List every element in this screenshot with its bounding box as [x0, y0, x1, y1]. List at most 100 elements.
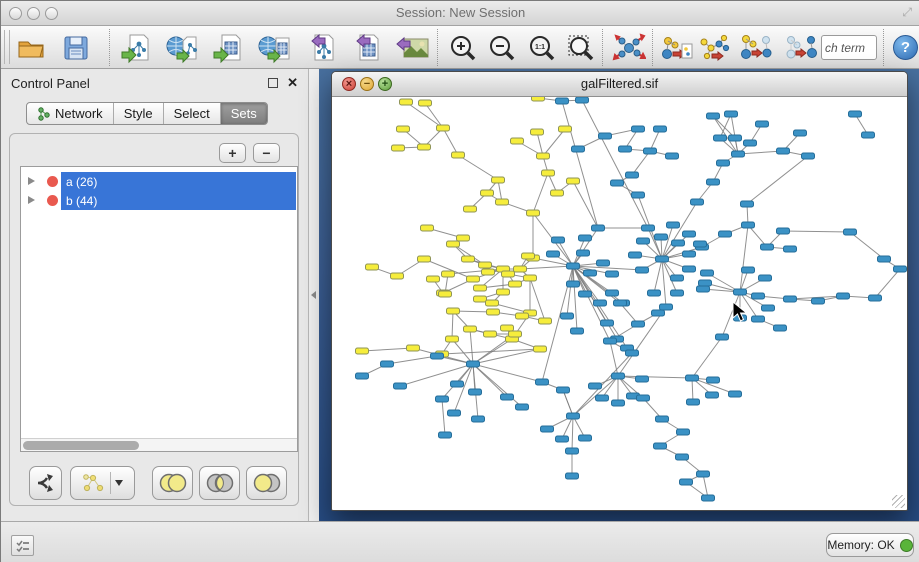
- graph-node-blue[interactable]: [697, 286, 710, 292]
- import-table-file-button[interactable]: [210, 29, 246, 66]
- graph-node-yellow[interactable]: [418, 144, 431, 150]
- graph-node-blue[interactable]: [467, 361, 480, 367]
- graph-node-blue[interactable]: [637, 395, 650, 401]
- graph-node-blue[interactable]: [756, 121, 769, 127]
- graph-node-blue[interactable]: [655, 234, 668, 240]
- graph-node-blue[interactable]: [729, 135, 742, 141]
- graph-node-blue[interactable]: [579, 291, 592, 297]
- graph-node-blue[interactable]: [680, 479, 693, 485]
- graph-node-blue[interactable]: [612, 400, 625, 406]
- graph-node-blue[interactable]: [612, 373, 625, 379]
- app-titlebar[interactable]: Session: New Session ⤢: [1, 1, 919, 26]
- graph-node-blue[interactable]: [878, 256, 891, 262]
- export-table-button[interactable]: [350, 29, 386, 66]
- graph-node-blue[interactable]: [687, 399, 700, 405]
- graph-node-blue[interactable]: [714, 135, 727, 141]
- graph-node-blue[interactable]: [656, 256, 669, 262]
- graph-node-blue[interactable]: [777, 228, 790, 234]
- graph-node-yellow[interactable]: [481, 190, 494, 196]
- help-button[interactable]: ?: [893, 35, 918, 60]
- graph-node-yellow[interactable]: [452, 152, 465, 158]
- graph-node-blue[interactable]: [671, 275, 684, 281]
- graph-node-yellow[interactable]: [539, 318, 552, 324]
- graph-node-yellow[interactable]: [531, 129, 544, 135]
- graph-node-yellow[interactable]: [356, 348, 369, 354]
- graph-node-blue[interactable]: [734, 289, 747, 295]
- graph-node-yellow[interactable]: [537, 153, 550, 159]
- scrollbar-thumb[interactable]: [23, 441, 139, 450]
- graph-node-yellow[interactable]: [474, 285, 487, 291]
- graph-node-yellow[interactable]: [419, 100, 432, 106]
- memory-status-badge[interactable]: Memory: OK: [826, 533, 914, 557]
- graph-node-yellow[interactable]: [446, 336, 459, 342]
- sets-list[interactable]: a (26) b (44): [20, 166, 298, 452]
- intersection-button[interactable]: [199, 466, 240, 500]
- graph-node-blue[interactable]: [683, 251, 696, 257]
- graph-node-blue[interactable]: [637, 238, 650, 244]
- graph-node-blue[interactable]: [589, 383, 602, 389]
- graph-node-yellow[interactable]: [366, 264, 379, 270]
- fullscreen-icon[interactable]: ⤢: [902, 5, 912, 20]
- graph-node-blue[interactable]: [629, 252, 642, 258]
- graph-node-blue[interactable]: [677, 429, 690, 435]
- split-set-button[interactable]: [29, 466, 62, 500]
- graph-node-blue[interactable]: [644, 148, 657, 154]
- graph-node-yellow[interactable]: [484, 331, 497, 337]
- graph-node-blue[interactable]: [472, 416, 485, 422]
- graph-node-blue[interactable]: [707, 377, 720, 383]
- graph-node-yellow[interactable]: [567, 178, 580, 184]
- graph-node-yellow[interactable]: [532, 97, 545, 101]
- graph-node-blue[interactable]: [707, 179, 720, 185]
- add-set-button[interactable]: +: [219, 143, 246, 163]
- graph-node-blue[interactable]: [716, 334, 729, 340]
- graph-node-blue[interactable]: [636, 267, 649, 273]
- graph-node-yellow[interactable]: [534, 346, 547, 352]
- graph-node-blue[interactable]: [752, 293, 765, 299]
- import-network-web-button[interactable]: [164, 29, 200, 66]
- graph-node-yellow[interactable]: [418, 256, 431, 262]
- graph-node-blue[interactable]: [744, 140, 757, 146]
- graph-node-blue[interactable]: [774, 325, 787, 331]
- tab-sets[interactable]: Sets: [221, 103, 267, 124]
- graph-node-yellow[interactable]: [501, 325, 514, 331]
- graph-node-blue[interactable]: [784, 246, 797, 252]
- graph-node-blue[interactable]: [547, 251, 560, 257]
- graph-node-blue[interactable]: [614, 300, 627, 306]
- list-item-set-a[interactable]: a (26): [21, 172, 297, 191]
- graph-node-blue[interactable]: [381, 361, 394, 367]
- graph-node-yellow[interactable]: [427, 276, 440, 282]
- graph-node-blue[interactable]: [694, 241, 707, 247]
- graph-node-blue[interactable]: [794, 130, 807, 136]
- network-view-window[interactable]: × − + galFiltered.sif: [331, 71, 908, 511]
- zoom-actual-button[interactable]: 1:1: [524, 29, 560, 66]
- graph-node-blue[interactable]: [761, 244, 774, 250]
- collapse-arrow-icon[interactable]: [311, 291, 316, 299]
- graph-node-blue[interactable]: [611, 180, 624, 186]
- graph-node-blue[interactable]: [448, 410, 461, 416]
- graph-node-yellow[interactable]: [442, 271, 455, 277]
- graph-node-blue[interactable]: [869, 295, 882, 301]
- graph-node-blue[interactable]: [567, 263, 580, 269]
- dropdown-arrow-icon[interactable]: [115, 480, 123, 486]
- graph-node-blue[interactable]: [648, 290, 661, 296]
- graph-node-blue[interactable]: [707, 113, 720, 119]
- panel-splitter[interactable]: [309, 69, 319, 521]
- graph-node-blue[interactable]: [762, 305, 775, 311]
- graph-node-blue[interactable]: [741, 201, 754, 207]
- graph-node-blue[interactable]: [667, 222, 680, 228]
- graph-node-yellow[interactable]: [457, 235, 470, 241]
- hide-selected-button[interactable]: [738, 29, 774, 66]
- difference-button[interactable]: [246, 466, 287, 500]
- graph-node-yellow[interactable]: [509, 281, 522, 287]
- graph-node-blue[interactable]: [676, 454, 689, 460]
- graph-node-blue[interactable]: [436, 396, 449, 402]
- graph-node-yellow[interactable]: [421, 225, 434, 231]
- graph-node-blue[interactable]: [567, 281, 580, 287]
- graph-node-yellow[interactable]: [487, 309, 500, 315]
- graph-node-blue[interactable]: [802, 153, 815, 159]
- graph-node-blue[interactable]: [606, 290, 619, 296]
- resize-grip[interactable]: [892, 495, 905, 508]
- network-window-titlebar[interactable]: × − + galFiltered.sif: [332, 72, 907, 97]
- graph-node-blue[interactable]: [594, 300, 607, 306]
- remove-set-button[interactable]: −: [253, 143, 280, 163]
